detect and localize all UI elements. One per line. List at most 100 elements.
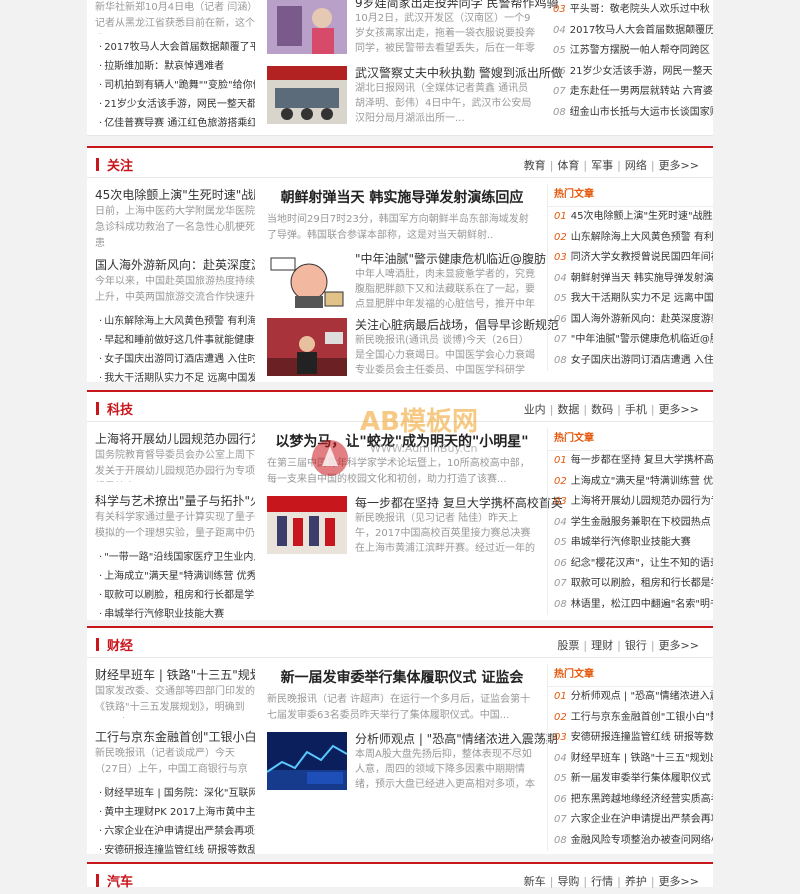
lead-title[interactable]: 科学与艺术撩出"量子与拓扑"火花 xyxy=(95,492,255,510)
tag-link[interactable]: 银行 xyxy=(625,639,647,652)
tag-link[interactable]: 网络 xyxy=(625,159,647,172)
news-desc: 10月2日，武汉开发区（汉南区）一个9岁女孩离家出走，拖着一袋衣服说要投奔同学，… xyxy=(355,13,535,54)
news-title[interactable]: 武汉警察丈夫中秋执勤 警嫂到派出所做 xyxy=(355,64,563,81)
section-title[interactable]: 科技 xyxy=(107,399,133,418)
headline[interactable]: 以梦为马，让"蛟龙"成为明天的"小明星" xyxy=(267,432,537,452)
tag-link[interactable]: 理财 xyxy=(591,639,613,652)
hot-item[interactable]: 01分析师观点 | "恐高"情绪浓进入震荡期 xyxy=(548,687,713,708)
list-item[interactable]: "一带一路"沿线国家医疗卫生业内人士 xyxy=(95,548,255,567)
hot-item[interactable]: 07取款可以刷脸，租房和行长都是学生 xyxy=(548,574,713,595)
list-item[interactable]: 上海成立"满天星"特满训练营 优秀营 xyxy=(95,567,255,586)
news-title[interactable]: "中年油腻"警示健康危机临近@腹肪 xyxy=(355,250,546,267)
hot-item[interactable]: 04朝鲜射弹当天 韩实施导弹发射演练回应 xyxy=(548,269,713,290)
list-item[interactable]: 司机拍到有辆人"跪舞""变脸"给你们 xyxy=(95,76,255,95)
hot-list-title: 热门文章 xyxy=(548,664,713,687)
hot-item[interactable]: 07"中年油腻"警示健康危机临近@腹肪 xyxy=(548,330,713,351)
hot-item[interactable]: 05 江苏警方摆脱一帕人帮夺同跨区 xyxy=(547,41,713,62)
list-item[interactable]: 2017牧马人大会首届数据颠覆了平日 xyxy=(95,38,255,57)
news-item[interactable]: 关注心脏病最后战场，倡导早诊断规范 新民晚报讯(通讯员 谈博)今天（26日）是全… xyxy=(267,318,559,380)
hot-item[interactable]: 03同济大学女教授曾说民国四年间被刊出 xyxy=(548,248,713,269)
hot-item[interactable]: 05新一届发审委举行集体履职仪式 证监会 xyxy=(548,769,713,790)
list-item[interactable]: 取款可以刷脸，租房和行长都是学生，上 xyxy=(95,586,255,605)
list-item[interactable]: 我大干活期队实力不足 远离中国发展 xyxy=(95,369,255,388)
list-item[interactable]: 六家企业在沪申请提出严禁会再项最佳奖 xyxy=(95,822,255,841)
news-title[interactable]: 分析师观点 | "恐高"情绪浓进入震荡期 xyxy=(355,730,558,747)
hot-item[interactable]: 06国人海外游新风向：赴英深度游新趋势 xyxy=(548,310,713,331)
hot-item[interactable]: 02工行与京东金融首创"工银小白"数字银 xyxy=(548,708,713,729)
tag-link[interactable]: 数码 xyxy=(591,403,613,416)
tag-link[interactable]: 手机 xyxy=(625,403,647,416)
news-desc: 新民晚报讯(通讯员 谈博)今天（26日）是全国心力衰竭日。中国医学会心力衰竭专业… xyxy=(355,335,535,376)
tag-link[interactable]: 股票 xyxy=(557,639,579,652)
hot-item[interactable]: 07走东赴任一男两层就转站 六宵婆婆中秋 xyxy=(547,82,713,103)
more-link[interactable]: 更多>> xyxy=(659,875,699,888)
lead-title[interactable]: 财经早班车 | 铁路"十三五"规划出炉 xyxy=(95,666,255,684)
hot-item[interactable]: 0145次电除颤上演"生死时速"战胜死神 xyxy=(548,207,713,228)
list-item[interactable]: 拉斯维加斯：默哀悼遇难者 xyxy=(95,57,255,76)
lead-title[interactable]: 国人海外游新风向：赴英深度游新 xyxy=(95,256,255,274)
hot-item[interactable]: 03上海将开展幼儿园规范办园行为专项督导 xyxy=(548,492,713,513)
lead-title[interactable]: 45次电除颤上演"生死时速"战胜死 xyxy=(95,186,255,204)
news-title[interactable]: 每一步都在坚持 复旦大学携杯高校首英 xyxy=(355,494,563,511)
tag-link[interactable]: 教育 xyxy=(524,159,546,172)
more-link[interactable]: 更多>> xyxy=(659,639,699,652)
list-item[interactable]: 安德研报连撞监管红线 研报等数乱象依 xyxy=(95,841,255,860)
hot-item[interactable]: 08金融风险专项整治办被查问网络小游 xyxy=(548,831,713,852)
news-item[interactable]: 武汉警察丈夫中秋执勤 警嫂到派出所做 湖北日报网讯（全媒体记者黄鑫 通讯员胡泽明… xyxy=(267,66,563,128)
section-marker xyxy=(96,874,99,887)
lead-title[interactable]: 工行与京东金融首创"工银小白"数 xyxy=(95,728,255,746)
news-title[interactable]: 9岁娃简家出走投奔同学 民警帮作鸡骑 xyxy=(355,0,558,11)
news-item[interactable]: 分析师观点 | "恐高"情绪浓进入震荡期 本周A股大盘先扬后抑，整体表现不尽如人… xyxy=(267,732,558,794)
hot-item[interactable]: 07六家企业在沪申请提出严禁会再项最佳奖 xyxy=(548,810,713,831)
hot-item[interactable]: 03 平头哥：敬老院头人欢乐过中秋 xyxy=(547,0,713,21)
hot-item[interactable]: 02上海成立"满天星"特满训练营 优秀营 xyxy=(548,472,713,493)
hot-item[interactable]: 042017牧马人大会首届数据颠覆历刷高点 xyxy=(547,21,713,42)
list-item[interactable]: 女子国庆出游同订酒店遭遇 入住时却 xyxy=(95,350,255,369)
tag-link[interactable]: 军事 xyxy=(591,159,613,172)
news-item[interactable]: "中年油腻"警示健康危机临近@腹肪 中年人啤酒肚，肉未显疲惫学者的，究竟腹脂肥胖… xyxy=(267,252,546,314)
tag-link[interactable]: 业内 xyxy=(524,403,546,416)
lead-title[interactable]: 上海将开展幼儿园规范办园行为专 xyxy=(95,430,255,448)
hot-item[interactable]: 03安德研报连撞监管红线 研报等数乱象依 xyxy=(548,728,713,749)
hot-item[interactable]: 0621岁少女活该手游，网民一整天都疯了 xyxy=(547,62,713,83)
tag-link[interactable]: 行情 xyxy=(591,875,613,888)
top-hot-list: 03平头哥：敬老院头人欢乐过中秋 042017牧马人大会首届数据颠覆历刷高点 0… xyxy=(547,0,713,123)
hot-item[interactable]: 06纪念"樱花汉声"，让生不知的语录课本 xyxy=(548,554,713,575)
hot-item[interactable]: 05 串城举行汽修职业技能大赛 xyxy=(548,533,713,554)
news-item[interactable]: 9岁娃简家出走投奔同学 民警帮作鸡骑 10月2日，武汉开发区（汉南区）一个9岁女… xyxy=(267,0,558,58)
news-title[interactable]: 关注心脏病最后战场，倡导早诊断规范 xyxy=(355,316,559,333)
list-item[interactable]: 财经早班车 | 国务院：深化"互联网+先 xyxy=(95,784,255,803)
list-item[interactable]: 山东解除海上大风黄色预警 有利海航顺 xyxy=(95,312,255,331)
hot-list-title: 热门文章 xyxy=(548,428,713,451)
list-item[interactable]: 串城举行汽修职业技能大赛 xyxy=(95,605,255,624)
hot-item[interactable]: 01每一步都在坚持 复旦大学携杯高校首英 xyxy=(548,451,713,472)
tag-link[interactable]: 体育 xyxy=(557,159,579,172)
tag-link[interactable]: 导购 xyxy=(557,875,579,888)
hot-item[interactable]: 08林语里，松江四中翻遍"名索"明书吧 xyxy=(548,595,713,616)
hot-item[interactable]: 02山东解除海上大风黄色预警 有利海南顺 xyxy=(548,228,713,249)
section-title[interactable]: 关注 xyxy=(107,155,133,174)
list-item[interactable]: 亿佳普赛导赛 通江红色旅游搭乘红火 xyxy=(95,114,255,133)
hot-item[interactable]: 08女子国庆出游同订酒店遭遇 入住时却被 xyxy=(548,351,713,372)
list-item[interactable]: 黄中主理财PK 2017上海市黄中主任示范 xyxy=(95,803,255,822)
list-item[interactable]: 早起和睡前做好这几件事就能健康长寿 xyxy=(95,331,255,350)
news-item[interactable]: 每一步都在坚持 复旦大学携杯高校首英 新民晚报讯（见习记者 陆佳）昨天上午，20… xyxy=(267,496,563,558)
news-desc: 湖北日报网讯（全媒体记者黄鑫 通讯员胡泽明、彭伟）4日中午，武汉市公安局汉阳分局… xyxy=(355,83,532,124)
section-title[interactable]: 汽车 xyxy=(107,871,133,890)
headline[interactable]: 朝鲜射弹当天 韩实施导弹发射演练回应 xyxy=(267,188,537,208)
hot-item[interactable]: 06把东黑跨越地缘经济经营实质高考向 xyxy=(548,790,713,811)
more-link[interactable]: 更多>> xyxy=(659,403,699,416)
tag-link[interactable]: 数据 xyxy=(557,403,579,416)
tag-link[interactable]: 养护 xyxy=(625,875,647,888)
hot-item[interactable]: 04财经早班车 | 铁路"十三五"规划出炉 xyxy=(548,749,713,770)
hot-item[interactable]: 05我大干活期队实力不足 远离中国发展 xyxy=(548,289,713,310)
more-link[interactable]: 更多>> xyxy=(659,159,699,172)
hot-item[interactable]: 08纽金山市长抵与大运市长谈国家财经 xyxy=(547,103,713,124)
headline[interactable]: 新一届发审委举行集体履职仪式 证监会 xyxy=(267,668,537,688)
section-title[interactable]: 财经 xyxy=(107,635,133,654)
list-item[interactable]: 21岁少女活该手游，网民一整天都疯火火 xyxy=(95,95,255,114)
tag-link[interactable]: 新车 xyxy=(524,875,546,888)
section-header: 科技 业内 | 数据 | 数码 | 手机 | 更多>> xyxy=(87,392,713,422)
hot-item[interactable]: 04学生金融服务兼职在下校园热点 宣川中 xyxy=(548,513,713,534)
lead-desc: 日前，上海中医药大学附属龙华医院急诊科成功救治了一名急性心肌梗死患 xyxy=(95,206,255,249)
